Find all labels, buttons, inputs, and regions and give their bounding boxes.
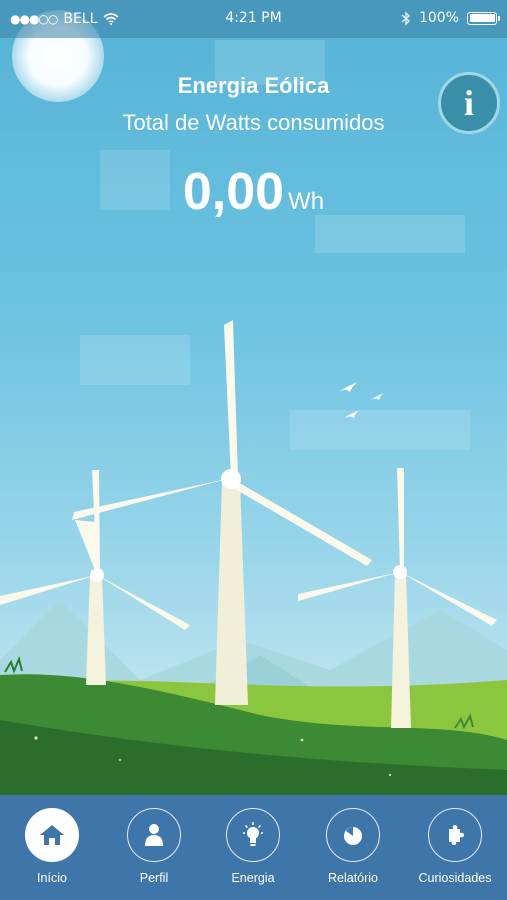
tab-label: Início [37, 871, 67, 885]
home-icon [40, 825, 64, 845]
tab-bar: Início Perfil Energia Relatório Curiosid… [0, 795, 507, 900]
tab-inicio[interactable]: Início [7, 808, 97, 888]
tab-label: Relatório [327, 871, 379, 885]
battery-percent: 100% [418, 10, 459, 26]
puzzle-icon [449, 825, 464, 845]
user-icon [145, 824, 163, 846]
tab-label: Curiosidades [418, 871, 492, 885]
tab-curiosidades[interactable]: Curiosidades [410, 808, 500, 888]
energy-unit: Wh [288, 188, 325, 215]
pie-chart-icon [344, 827, 362, 845]
tab-label: Perfil [139, 871, 169, 885]
page-subtitle: Total de Watts consumidos [122, 110, 385, 135]
info-button[interactable]: i [438, 72, 500, 134]
battery-icon [467, 11, 500, 25]
energy-readout: 0,00 Wh [0, 162, 507, 222]
page-title: Energia Eólica [177, 73, 330, 98]
info-icon: i [463, 83, 474, 123]
tab-relatorio[interactable]: Relatório [308, 808, 398, 888]
wind-turbine [72, 320, 372, 705]
bluetooth-icon [401, 10, 410, 26]
energy-value: 0,00 [182, 163, 285, 221]
status-bar: ●●●○○ BELL 4:21 PM 100% [0, 0, 507, 38]
lightbulb-icon [243, 822, 263, 846]
home-screen: Energia Eólica Total de Watts consumidos… [0, 0, 507, 900]
tab-perfil[interactable]: Perfil [109, 808, 199, 888]
tab-energia[interactable]: Energia [208, 808, 298, 888]
tab-label: Energia [231, 871, 275, 885]
